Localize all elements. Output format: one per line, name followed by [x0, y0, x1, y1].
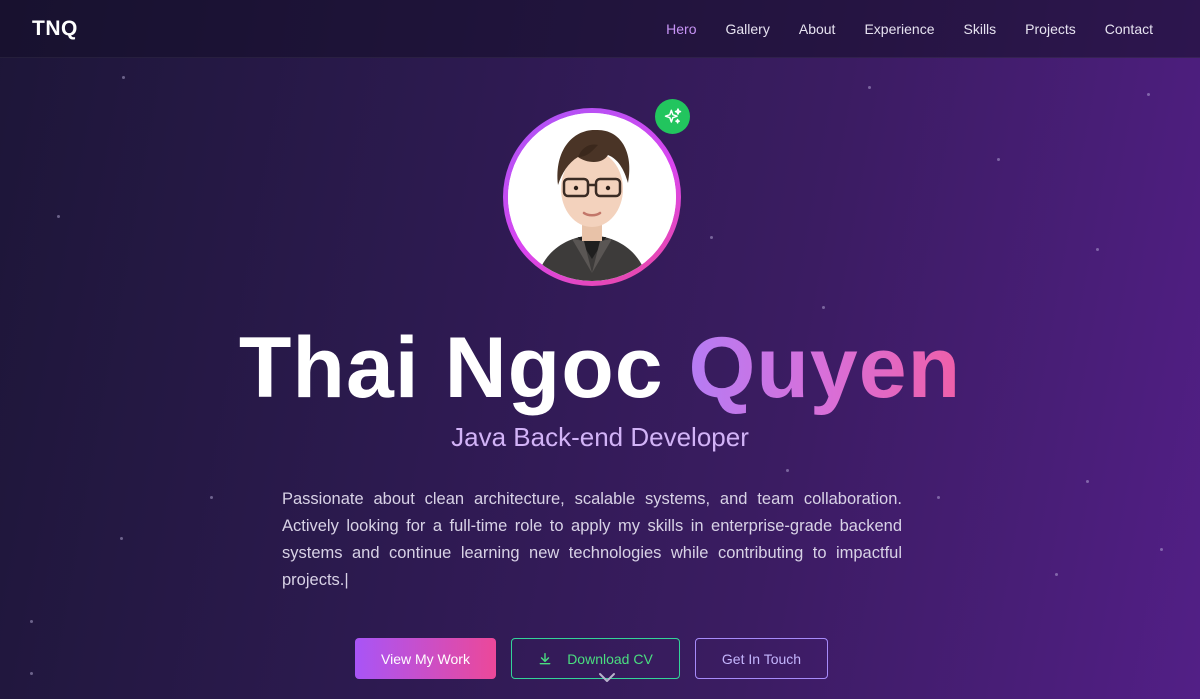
- star: [1160, 548, 1163, 551]
- star: [210, 496, 213, 499]
- star: [937, 496, 940, 499]
- typing-cursor: |: [344, 571, 349, 589]
- star: [1147, 93, 1150, 96]
- nav-links: Hero Gallery About Experience Skills Pro…: [666, 21, 1153, 37]
- star: [120, 537, 123, 540]
- nav-link-experience[interactable]: Experience: [864, 21, 934, 37]
- top-navbar: TNQ Hero Gallery About Experience Skills…: [0, 0, 1200, 58]
- star: [786, 469, 789, 472]
- hero-last-name: Quyen: [688, 320, 962, 416]
- star: [868, 86, 871, 89]
- hero-name: Thai Ngoc Quyen: [0, 318, 1200, 418]
- profile-avatar-ring: [503, 108, 681, 286]
- sparkles-badge: [655, 99, 690, 134]
- hero-role: Java Back-end Developer: [451, 422, 749, 452]
- get-in-touch-label: Get In Touch: [721, 650, 802, 667]
- nav-link-hero[interactable]: Hero: [666, 21, 696, 37]
- nav-link-projects[interactable]: Projects: [1025, 21, 1076, 37]
- star: [122, 76, 125, 79]
- star: [30, 620, 33, 623]
- star: [30, 672, 33, 675]
- star: [1055, 573, 1058, 576]
- logo[interactable]: TNQ: [32, 17, 78, 41]
- hero-description: Passionate about clean architecture, sca…: [282, 486, 902, 594]
- get-in-touch-button[interactable]: Get In Touch: [695, 638, 828, 679]
- view-my-work-button[interactable]: View My Work: [355, 638, 496, 679]
- view-my-work-label: View My Work: [381, 650, 470, 667]
- nav-link-contact[interactable]: Contact: [1105, 21, 1153, 37]
- profile-avatar: [508, 113, 676, 281]
- download-cv-label: Download CV: [567, 650, 653, 667]
- chevron-down-icon[interactable]: [598, 672, 616, 684]
- download-cv-button[interactable]: Download CV: [511, 638, 680, 679]
- star: [57, 215, 60, 218]
- hero-description-text: Passionate about clean architecture, sca…: [282, 490, 902, 589]
- star: [1096, 248, 1099, 251]
- star: [1086, 480, 1089, 483]
- nav-link-skills[interactable]: Skills: [964, 21, 997, 37]
- nav-link-gallery[interactable]: Gallery: [726, 21, 770, 37]
- download-icon: [539, 652, 551, 664]
- nav-link-about[interactable]: About: [799, 21, 836, 37]
- star: [710, 236, 713, 239]
- hero-first-name: Thai Ngoc: [238, 320, 664, 416]
- star: [822, 306, 825, 309]
- sparkles-icon: [664, 107, 681, 124]
- star: [997, 158, 1000, 161]
